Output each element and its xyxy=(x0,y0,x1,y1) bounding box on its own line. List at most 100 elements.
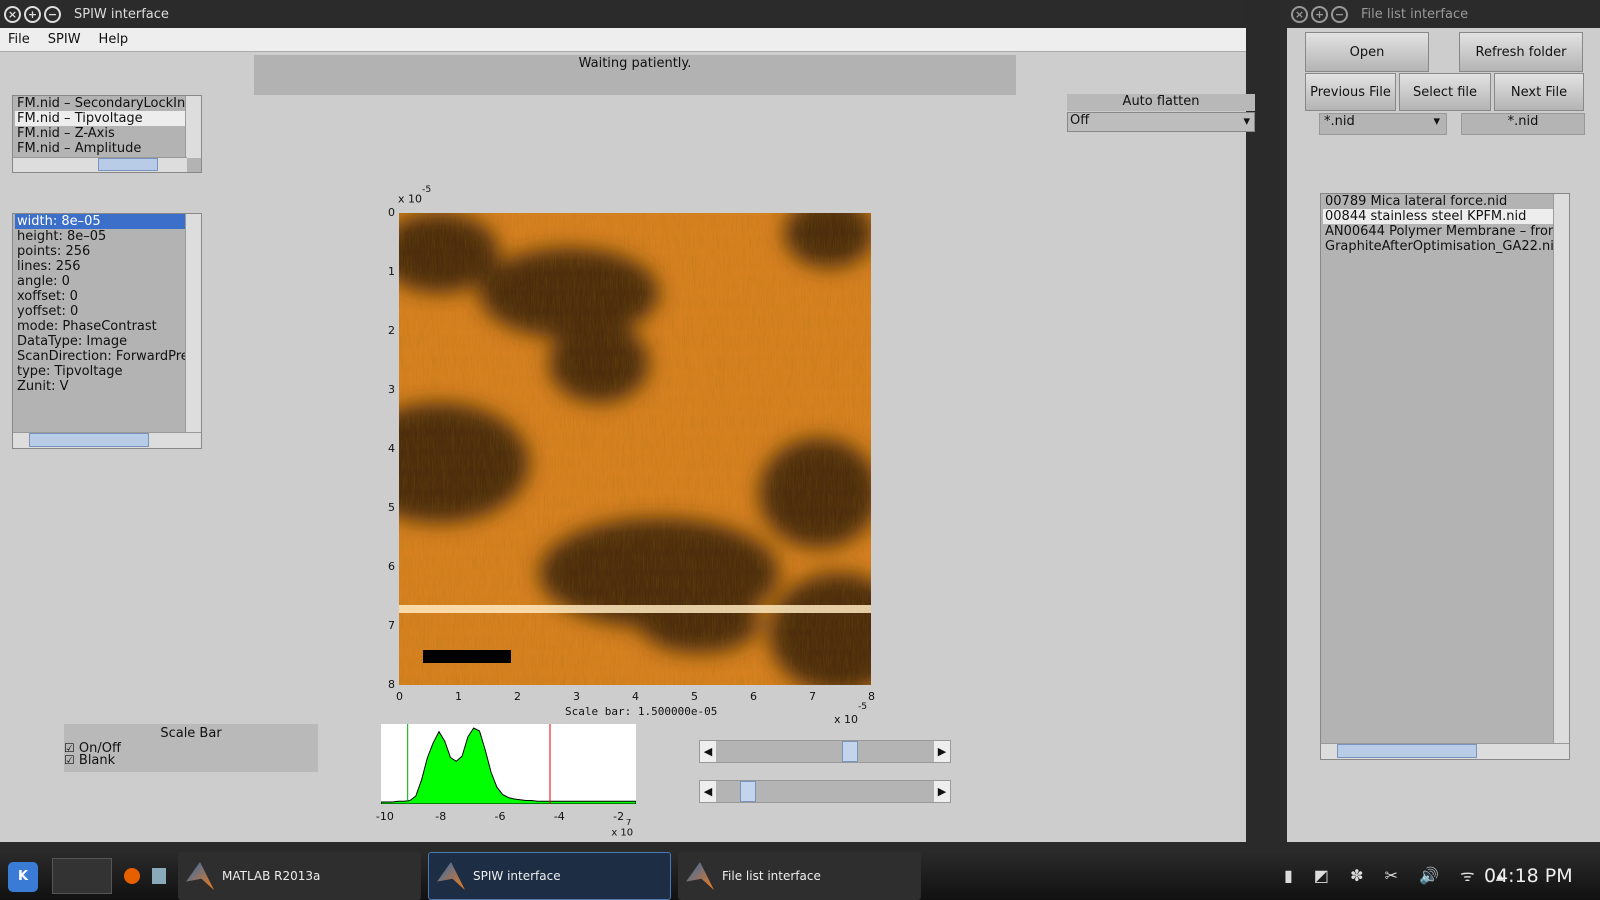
slider-right-arrow[interactable]: ▶ xyxy=(934,781,950,802)
upper-limit-slider[interactable]: ◀ ▶ xyxy=(699,740,951,763)
list-item[interactable]: 00789 Mica lateral force.nid xyxy=(1323,194,1554,209)
x-tick-label: 8 xyxy=(868,690,875,703)
next-file-button[interactable]: Next File xyxy=(1494,73,1584,111)
window-title: File list interface xyxy=(1361,6,1469,22)
maximize-icon[interactable]: + xyxy=(1311,5,1328,23)
previous-file-button[interactable]: Previous File xyxy=(1305,73,1396,111)
slider-thumb[interactable] xyxy=(842,741,859,762)
matlab-icon xyxy=(437,862,465,890)
info-list[interactable]: width: 8e–05 height: 8e–05 points: 256 line… xyxy=(12,213,202,449)
list-item[interactable]: ScanDirection: ForwardPrep xyxy=(15,349,197,364)
dropdown-arrow-icon: ▾ xyxy=(1243,114,1250,129)
filter-field[interactable]: *.nid xyxy=(1461,113,1585,135)
list-item[interactable]: DataType: Image xyxy=(15,334,187,349)
list-item[interactable]: lines: 256 xyxy=(15,259,187,274)
list-item[interactable]: width: 8e–05 xyxy=(15,214,187,229)
afm-image[interactable] xyxy=(399,213,871,685)
taskbar-item[interactable]: File list interface xyxy=(678,852,921,900)
firefox-icon[interactable] xyxy=(124,868,140,884)
y-tick-label: 1 xyxy=(388,265,395,278)
image-caption: Scale bar: 1.500000e-05 xyxy=(565,705,718,718)
histogram-tick-label: -10 xyxy=(375,810,394,823)
list-item[interactable]: mode: PhaseContrast xyxy=(15,319,187,334)
histogram[interactable] xyxy=(381,724,636,804)
histogram-tick-label: -6 xyxy=(494,810,506,823)
close-icon[interactable]: × xyxy=(4,5,21,23)
x-tick-label: 0 xyxy=(396,690,403,703)
list-item[interactable]: FM.nid – Tipvoltage xyxy=(15,111,187,126)
list-item[interactable]: height: 8e–05 xyxy=(15,229,187,244)
y-tick-label: 3 xyxy=(388,383,395,396)
menu-bar: File SPIW Help xyxy=(0,28,1246,52)
horizontal-scrollbar[interactable] xyxy=(13,432,201,448)
list-item[interactable]: angle: 0 xyxy=(15,274,187,289)
list-item[interactable]: AN00644 Polymer Membrane – front_ xyxy=(1323,224,1568,239)
menu-file[interactable]: File xyxy=(8,32,30,47)
menu-spiw[interactable]: SPIW xyxy=(48,32,81,47)
vertical-scrollbar[interactable] xyxy=(185,96,201,158)
list-item[interactable]: FM.nid – SecondaryLockInX xyxy=(15,96,194,111)
x-tick-label: 1 xyxy=(455,690,462,703)
list-item[interactable]: FM.nid – Amplitude xyxy=(15,141,187,156)
maximize-icon[interactable]: + xyxy=(24,5,41,23)
list-item[interactable]: xoffset: 0 xyxy=(15,289,187,304)
scale-bar-panel: Scale Bar ☑ On/Off ☑ Blank xyxy=(64,724,318,772)
file-list[interactable]: 00789 Mica lateral force.nid 00844 stainl… xyxy=(1320,193,1570,760)
x-tick-label: 6 xyxy=(750,690,757,703)
vertical-scrollbar[interactable] xyxy=(1553,194,1569,745)
histogram-tick-label: -4 xyxy=(553,810,565,823)
taskbar: K MATLAB R2013a SPIW interface File list i… xyxy=(0,852,1600,900)
histogram-exponent: 7x 10 xyxy=(611,817,634,839)
slider-right-arrow[interactable]: ▶ xyxy=(934,741,950,762)
vertical-scrollbar[interactable] xyxy=(185,214,201,434)
list-item[interactable]: yoffset: 0 xyxy=(15,304,187,319)
clock[interactable]: 04:18 PM xyxy=(1484,865,1573,887)
status-text: Waiting patiently. xyxy=(254,55,1016,95)
histogram-tick-label: -8 xyxy=(435,810,447,823)
select-file-button[interactable]: Select file xyxy=(1399,73,1491,111)
horizontal-scrollbar[interactable] xyxy=(1321,743,1569,759)
taskbar-item[interactable]: MATLAB R2013a xyxy=(178,852,421,900)
taskbar-item-label: File list interface xyxy=(722,869,821,883)
title-bar: × + − SPIW interface xyxy=(0,0,1246,28)
dropdown-arrow-icon: ▾ xyxy=(1433,114,1440,129)
y-tick-label: 7 xyxy=(388,619,395,632)
scale-bar-title: Scale Bar xyxy=(160,726,222,741)
blank-checkbox[interactable]: ☑ Blank xyxy=(64,753,318,768)
menu-help[interactable]: Help xyxy=(99,32,129,47)
x-exponent: -5 x 10 xyxy=(834,701,868,726)
open-button[interactable]: Open xyxy=(1305,32,1429,72)
horizontal-scrollbar[interactable] xyxy=(13,157,187,172)
channel-list[interactable]: FM.nid – SecondaryLockInX FM.nid – Tipvol… xyxy=(12,95,202,173)
scale-bar xyxy=(423,650,511,663)
y-tick-label: 6 xyxy=(388,560,395,573)
start-menu-icon[interactable]: K xyxy=(8,862,38,892)
lower-limit-slider[interactable]: ◀ ▶ xyxy=(699,780,951,803)
minimize-icon[interactable]: − xyxy=(1331,5,1348,23)
list-item[interactable]: 00844 stainless steel KPFM.nid xyxy=(1323,209,1554,224)
slider-thumb[interactable] xyxy=(740,781,757,802)
spiw-window: × + − SPIW interface File SPIW Help Waitin… xyxy=(0,0,1255,842)
x-tick-label: 7 xyxy=(809,690,816,703)
list-item[interactable]: Zunit: V xyxy=(15,379,187,394)
list-item[interactable]: FM.nid – Z-Axis xyxy=(15,126,187,141)
slider-left-arrow[interactable]: ◀ xyxy=(700,741,716,762)
list-item[interactable]: GraphiteAfterOptimisation_GA22.nid xyxy=(1323,239,1562,254)
slider-left-arrow[interactable]: ◀ xyxy=(700,781,716,802)
refresh-folder-button[interactable]: Refresh folder xyxy=(1459,32,1583,72)
y-tick-label: 8 xyxy=(388,678,395,691)
close-icon[interactable]: × xyxy=(1291,5,1308,23)
calculator-icon[interactable] xyxy=(152,868,166,884)
title-bar: × + − File list interface xyxy=(1287,0,1600,28)
auto-flatten-select[interactable]: Off ▾ xyxy=(1067,112,1255,132)
filter-select[interactable]: *.nid ▾ xyxy=(1319,113,1447,135)
minimize-icon[interactable]: − xyxy=(44,5,61,23)
list-item[interactable]: type: Tipvoltage xyxy=(15,364,187,379)
taskbar-item[interactable]: SPIW interface xyxy=(428,852,671,900)
taskbar-item-label: MATLAB R2013a xyxy=(222,869,321,883)
x-tick-label: 2 xyxy=(514,690,521,703)
y-exponent: x 10-5 xyxy=(398,184,432,206)
list-item[interactable]: points: 256 xyxy=(15,244,187,259)
file-list-window: × + − File list interface Open Refresh fol… xyxy=(1279,0,1600,842)
pager-icon[interactable] xyxy=(52,858,112,894)
